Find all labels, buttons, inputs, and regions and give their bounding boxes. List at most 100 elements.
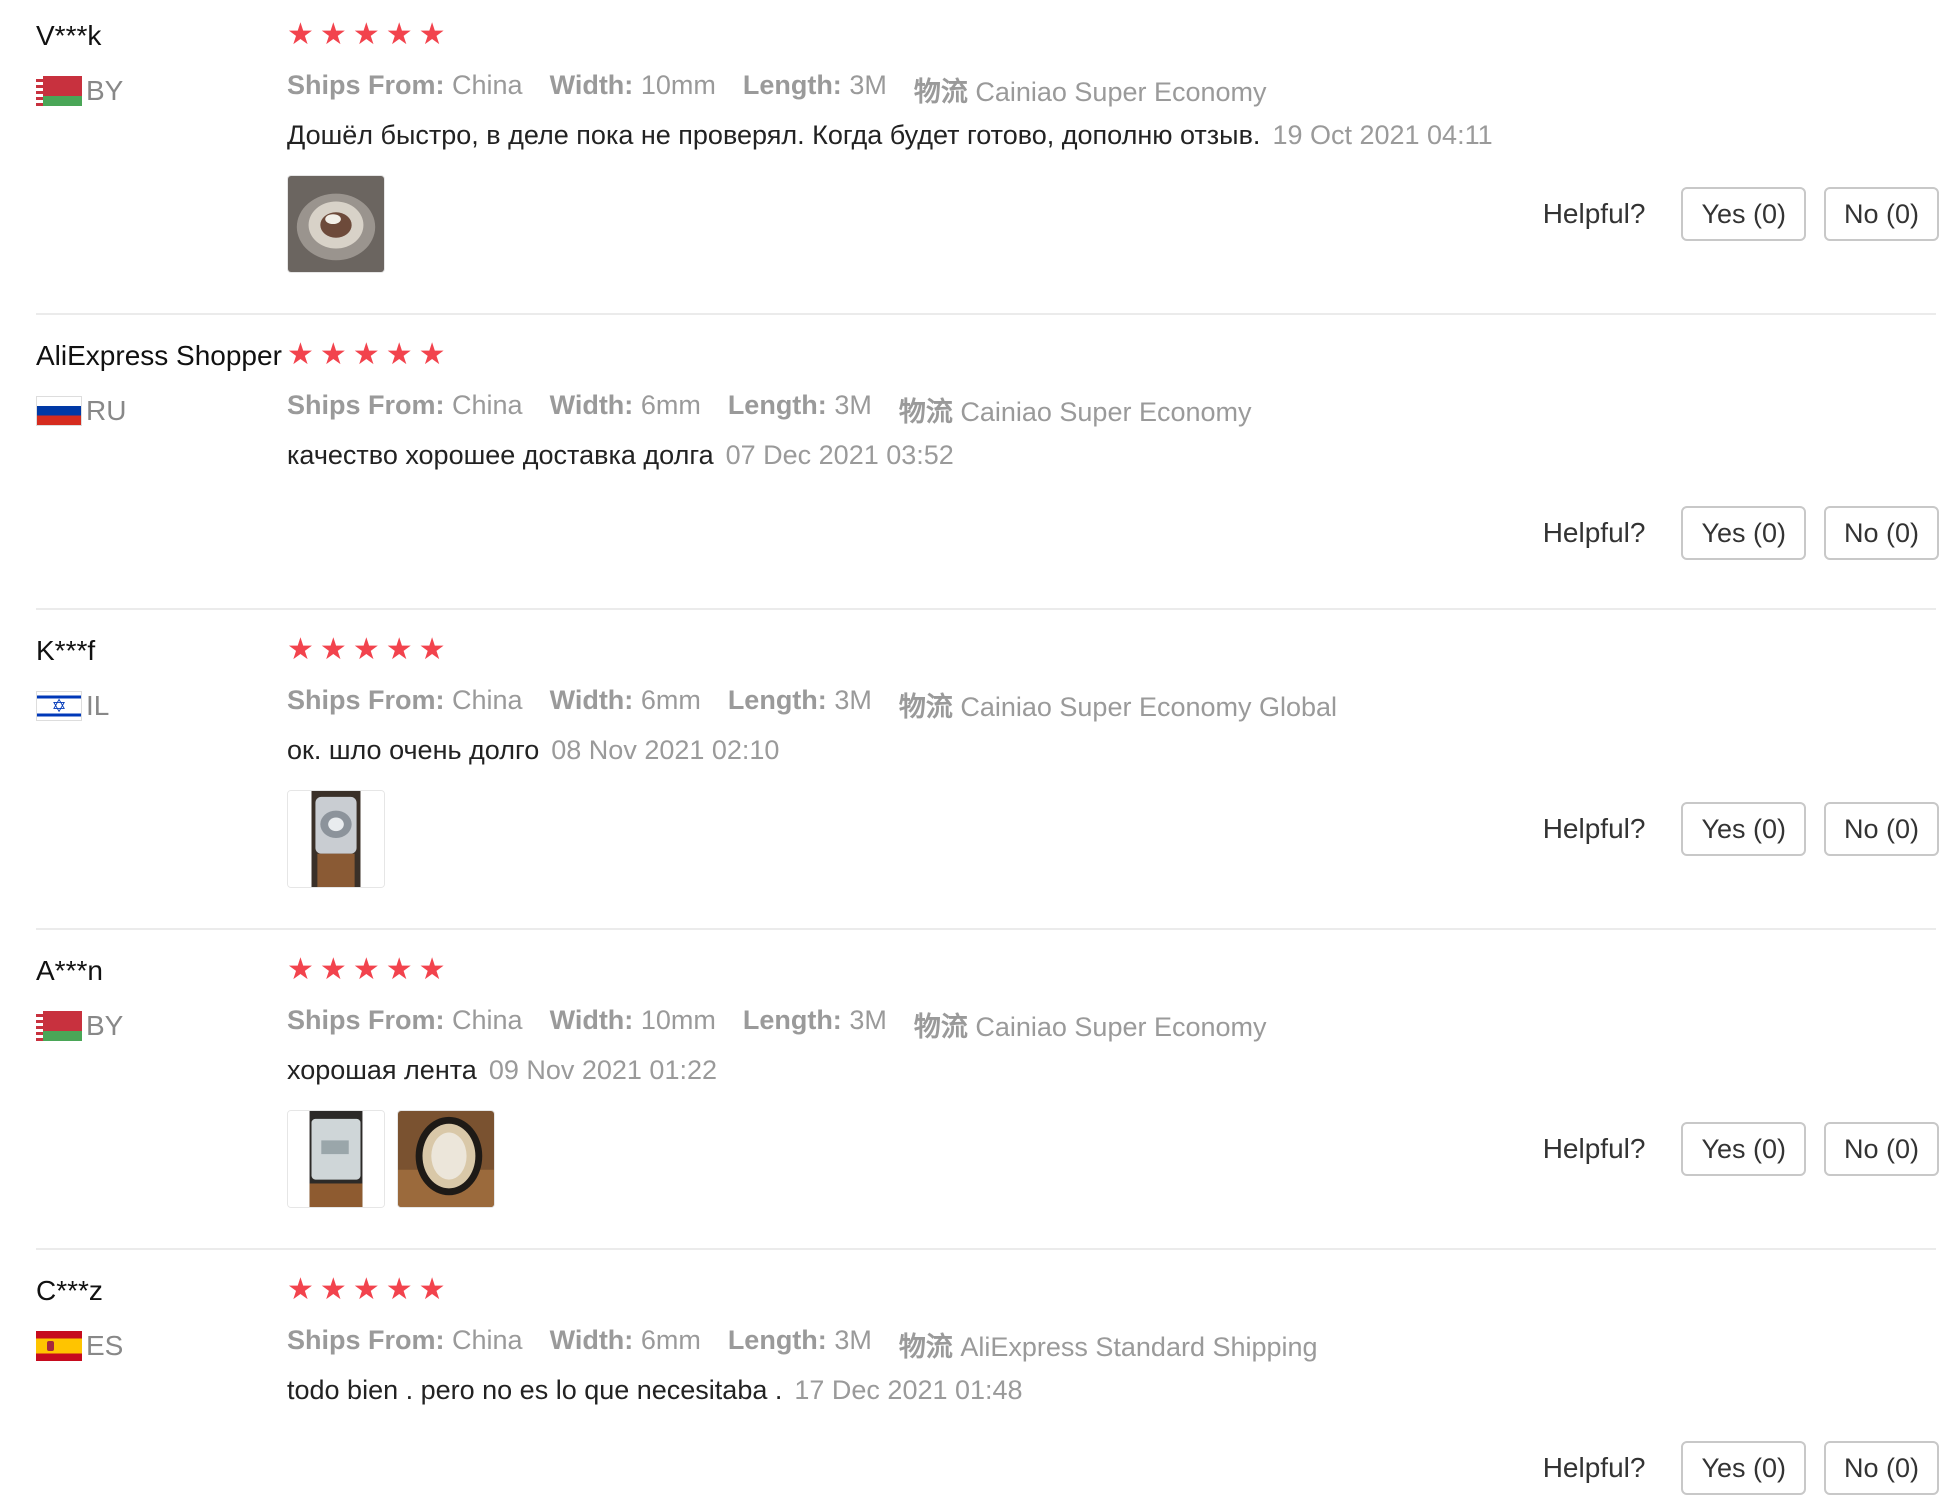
sku-ships-from: Ships From: China [287,1005,523,1044]
helpful-yes-button[interactable]: Yes (0) [1681,1441,1806,1495]
sku-length: Length: 3M [728,685,872,724]
star-icon: ★ [287,1273,314,1306]
star-icon: ★ [352,1273,380,1306]
sku-logistics: 物流 Cainiao Super Economy [914,1005,1267,1044]
star-icon: ★ [287,633,314,666]
length-value: 3M [849,70,887,100]
sku-logistics: 物流 Cainiao Super Economy Global [899,685,1337,724]
helpful-yes-button[interactable]: Yes (0) [1681,506,1806,560]
star-icon: ★ [418,1273,446,1306]
star-icon: ★ [319,18,347,51]
star-icon: ★ [385,18,413,51]
reviewer-name: AliExpress Shopper [36,340,282,371]
sku-attributes: Ships From: China Width: 10mm Length: 3M 物流… [287,1005,1267,1044]
sku-attributes: Ships From: China Width: 6mm Length: 3M 物流 … [287,1325,1318,1364]
width-label: Width: [549,1325,634,1355]
helpful-vote: Helpful? Yes (0) No (0) [1543,1441,1939,1495]
photo-tape-ring[interactable] [397,1110,495,1208]
width-value: 6mm [640,390,701,420]
helpful-no-button[interactable]: No (0) [1823,187,1939,241]
helpful-no-button[interactable]: No (0) [1823,506,1939,560]
review-divider [36,1248,1936,1250]
ships-from-label: Ships From: [287,70,445,100]
helpful-yes-button[interactable]: Yes (0) [1681,1122,1806,1176]
review-divider [36,608,1936,610]
helpful-label: Helpful? [1542,1452,1646,1483]
sku-ships-from: Ships From: China [287,390,523,429]
helpful-label: Helpful? [1542,517,1646,548]
review-photos [287,1110,495,1208]
review-feedback: хорошая лента 09 Nov 2021 01:22 [287,1055,717,1086]
review-date: 08 Nov 2021 02:10 [551,735,780,765]
reviewer-country: RU [36,395,126,427]
photo-tape-roll[interactable] [287,175,385,273]
logistics-value: AliExpress Standard Shipping [960,1332,1318,1362]
reviewer-country: IL [36,690,109,722]
helpful-vote: Helpful? Yes (0) No (0) [1543,187,1939,241]
width-value: 6mm [640,1325,701,1355]
review-feedback: todo bien . pero no es lo que necesitaba… [287,1375,1023,1406]
star-rating: ★ ★ ★ ★ ★ [287,340,446,370]
sku-length: Length: 3M [743,1005,887,1044]
reviewer-country: ES [36,1330,123,1362]
reviewer-name: V***k [36,20,102,51]
logistics-label: 物流 [898,692,953,722]
sku-width: Width: 6mm [550,1325,701,1364]
review-divider [36,928,1936,930]
sku-attributes: Ships From: China Width: 6mm Length: 3M 物流 … [287,390,1252,429]
review-divider [36,313,1936,315]
length-label: Length: [742,1005,842,1035]
country-code: RU [86,395,127,426]
width-value: 10mm [640,1005,716,1035]
helpful-vote: Helpful? Yes (0) No (0) [1543,1122,1939,1176]
helpful-vote: Helpful? Yes (0) No (0) [1543,802,1939,856]
flag-spain-icon [36,1331,82,1361]
ships-from-value: China [452,1325,523,1355]
country-code: BY [86,75,124,106]
country-code: IL [86,690,110,721]
star-rating: ★ ★ ★ ★ ★ [287,635,446,665]
sku-ships-from: Ships From: China [287,685,523,724]
logistics-label: 物流 [913,77,968,107]
review-feedback: ок. шло очень долго 08 Nov 2021 02:10 [287,735,779,766]
review-photos [287,175,385,273]
sku-width: Width: 10mm [550,70,716,109]
helpful-no-button[interactable]: No (0) [1823,802,1939,856]
width-value: 10mm [640,70,716,100]
helpful-no-button[interactable]: No (0) [1823,1122,1939,1176]
width-label: Width: [549,70,634,100]
logistics-value: Cainiao Super Economy [975,1012,1267,1042]
star-icon: ★ [352,338,380,371]
star-icon: ★ [385,953,413,986]
flag-israel-icon [36,691,82,721]
logistics-value: Cainiao Super Economy [975,77,1267,107]
sku-logistics: 物流 AliExpress Standard Shipping [899,1325,1318,1364]
length-value: 3M [849,1005,887,1035]
sku-ships-from: Ships From: China [287,1325,523,1364]
review-date: 07 Dec 2021 03:52 [725,440,954,470]
sku-logistics: 物流 Cainiao Super Economy [899,390,1252,429]
star-rating: ★ ★ ★ ★ ★ [287,1275,446,1305]
width-label: Width: [549,685,634,715]
reviewer-name: K***f [36,635,96,666]
review-date: 19 Oct 2021 04:11 [1272,120,1493,150]
helpful-no-button[interactable]: No (0) [1823,1441,1939,1495]
photo-package-bag[interactable] [287,1110,385,1208]
width-label: Width: [549,1005,634,1035]
review-photos [287,790,385,888]
review-feedback: качество хорошее доставка долга 07 Dec 20… [287,440,954,471]
star-rating: ★ ★ ★ ★ ★ [287,20,446,50]
star-icon: ★ [287,338,314,371]
star-icon: ★ [352,953,380,986]
star-icon: ★ [352,633,380,666]
helpful-yes-button[interactable]: Yes (0) [1681,187,1806,241]
ships-from-label: Ships From: [287,685,445,715]
star-icon: ★ [319,338,347,371]
star-icon: ★ [418,633,446,666]
helpful-yes-button[interactable]: Yes (0) [1681,802,1806,856]
reviewer-country: BY [36,75,123,107]
sku-attributes: Ships From: China Width: 6mm Length: 3M 物流 … [287,685,1337,724]
photo-package-in-hand[interactable] [287,790,385,888]
ships-from-label: Ships From: [287,1325,445,1355]
helpful-label: Helpful? [1542,813,1646,844]
